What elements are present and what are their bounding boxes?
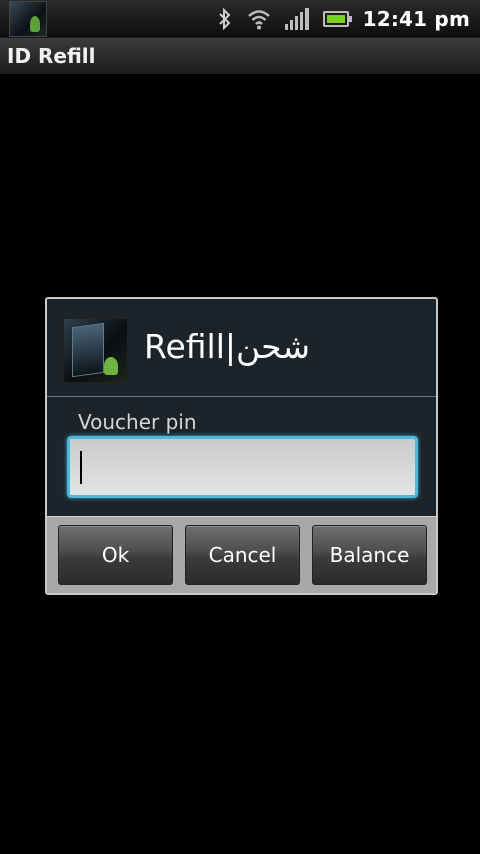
- cancel-button[interactable]: Cancel: [185, 525, 300, 585]
- dialog-body: Voucher pin: [47, 398, 436, 516]
- battery-level: [326, 15, 345, 23]
- battery-icon: [322, 11, 352, 27]
- android-icon: [30, 16, 40, 32]
- ok-button[interactable]: Ok: [58, 525, 173, 585]
- app-title: ID Refill: [7, 44, 96, 68]
- wifi-icon: [247, 8, 271, 30]
- status-icons: 12:41 pm: [217, 0, 470, 38]
- signal-icon: [284, 8, 309, 30]
- status-clock: 12:41 pm: [362, 7, 470, 31]
- voucher-pin-input[interactable]: [67, 436, 418, 498]
- status-bar: 12:41 pm: [0, 0, 480, 38]
- dialog-header: Refill|شحن: [47, 299, 436, 397]
- bluetooth-icon: [217, 7, 233, 31]
- app-notification-icon[interactable]: [9, 1, 47, 37]
- dialog-button-bar: Ok Cancel Balance: [47, 516, 436, 593]
- app-title-bar: ID Refill: [0, 38, 480, 75]
- voucher-pin-label: Voucher pin: [78, 410, 197, 434]
- refill-dialog: Refill|شحن Voucher pin Ok Cancel Balance: [45, 297, 438, 595]
- text-cursor: [80, 451, 82, 484]
- dialog-title: Refill|شحن: [144, 327, 311, 366]
- balance-button[interactable]: Balance: [312, 525, 427, 585]
- app-logo-icon: [63, 318, 128, 383]
